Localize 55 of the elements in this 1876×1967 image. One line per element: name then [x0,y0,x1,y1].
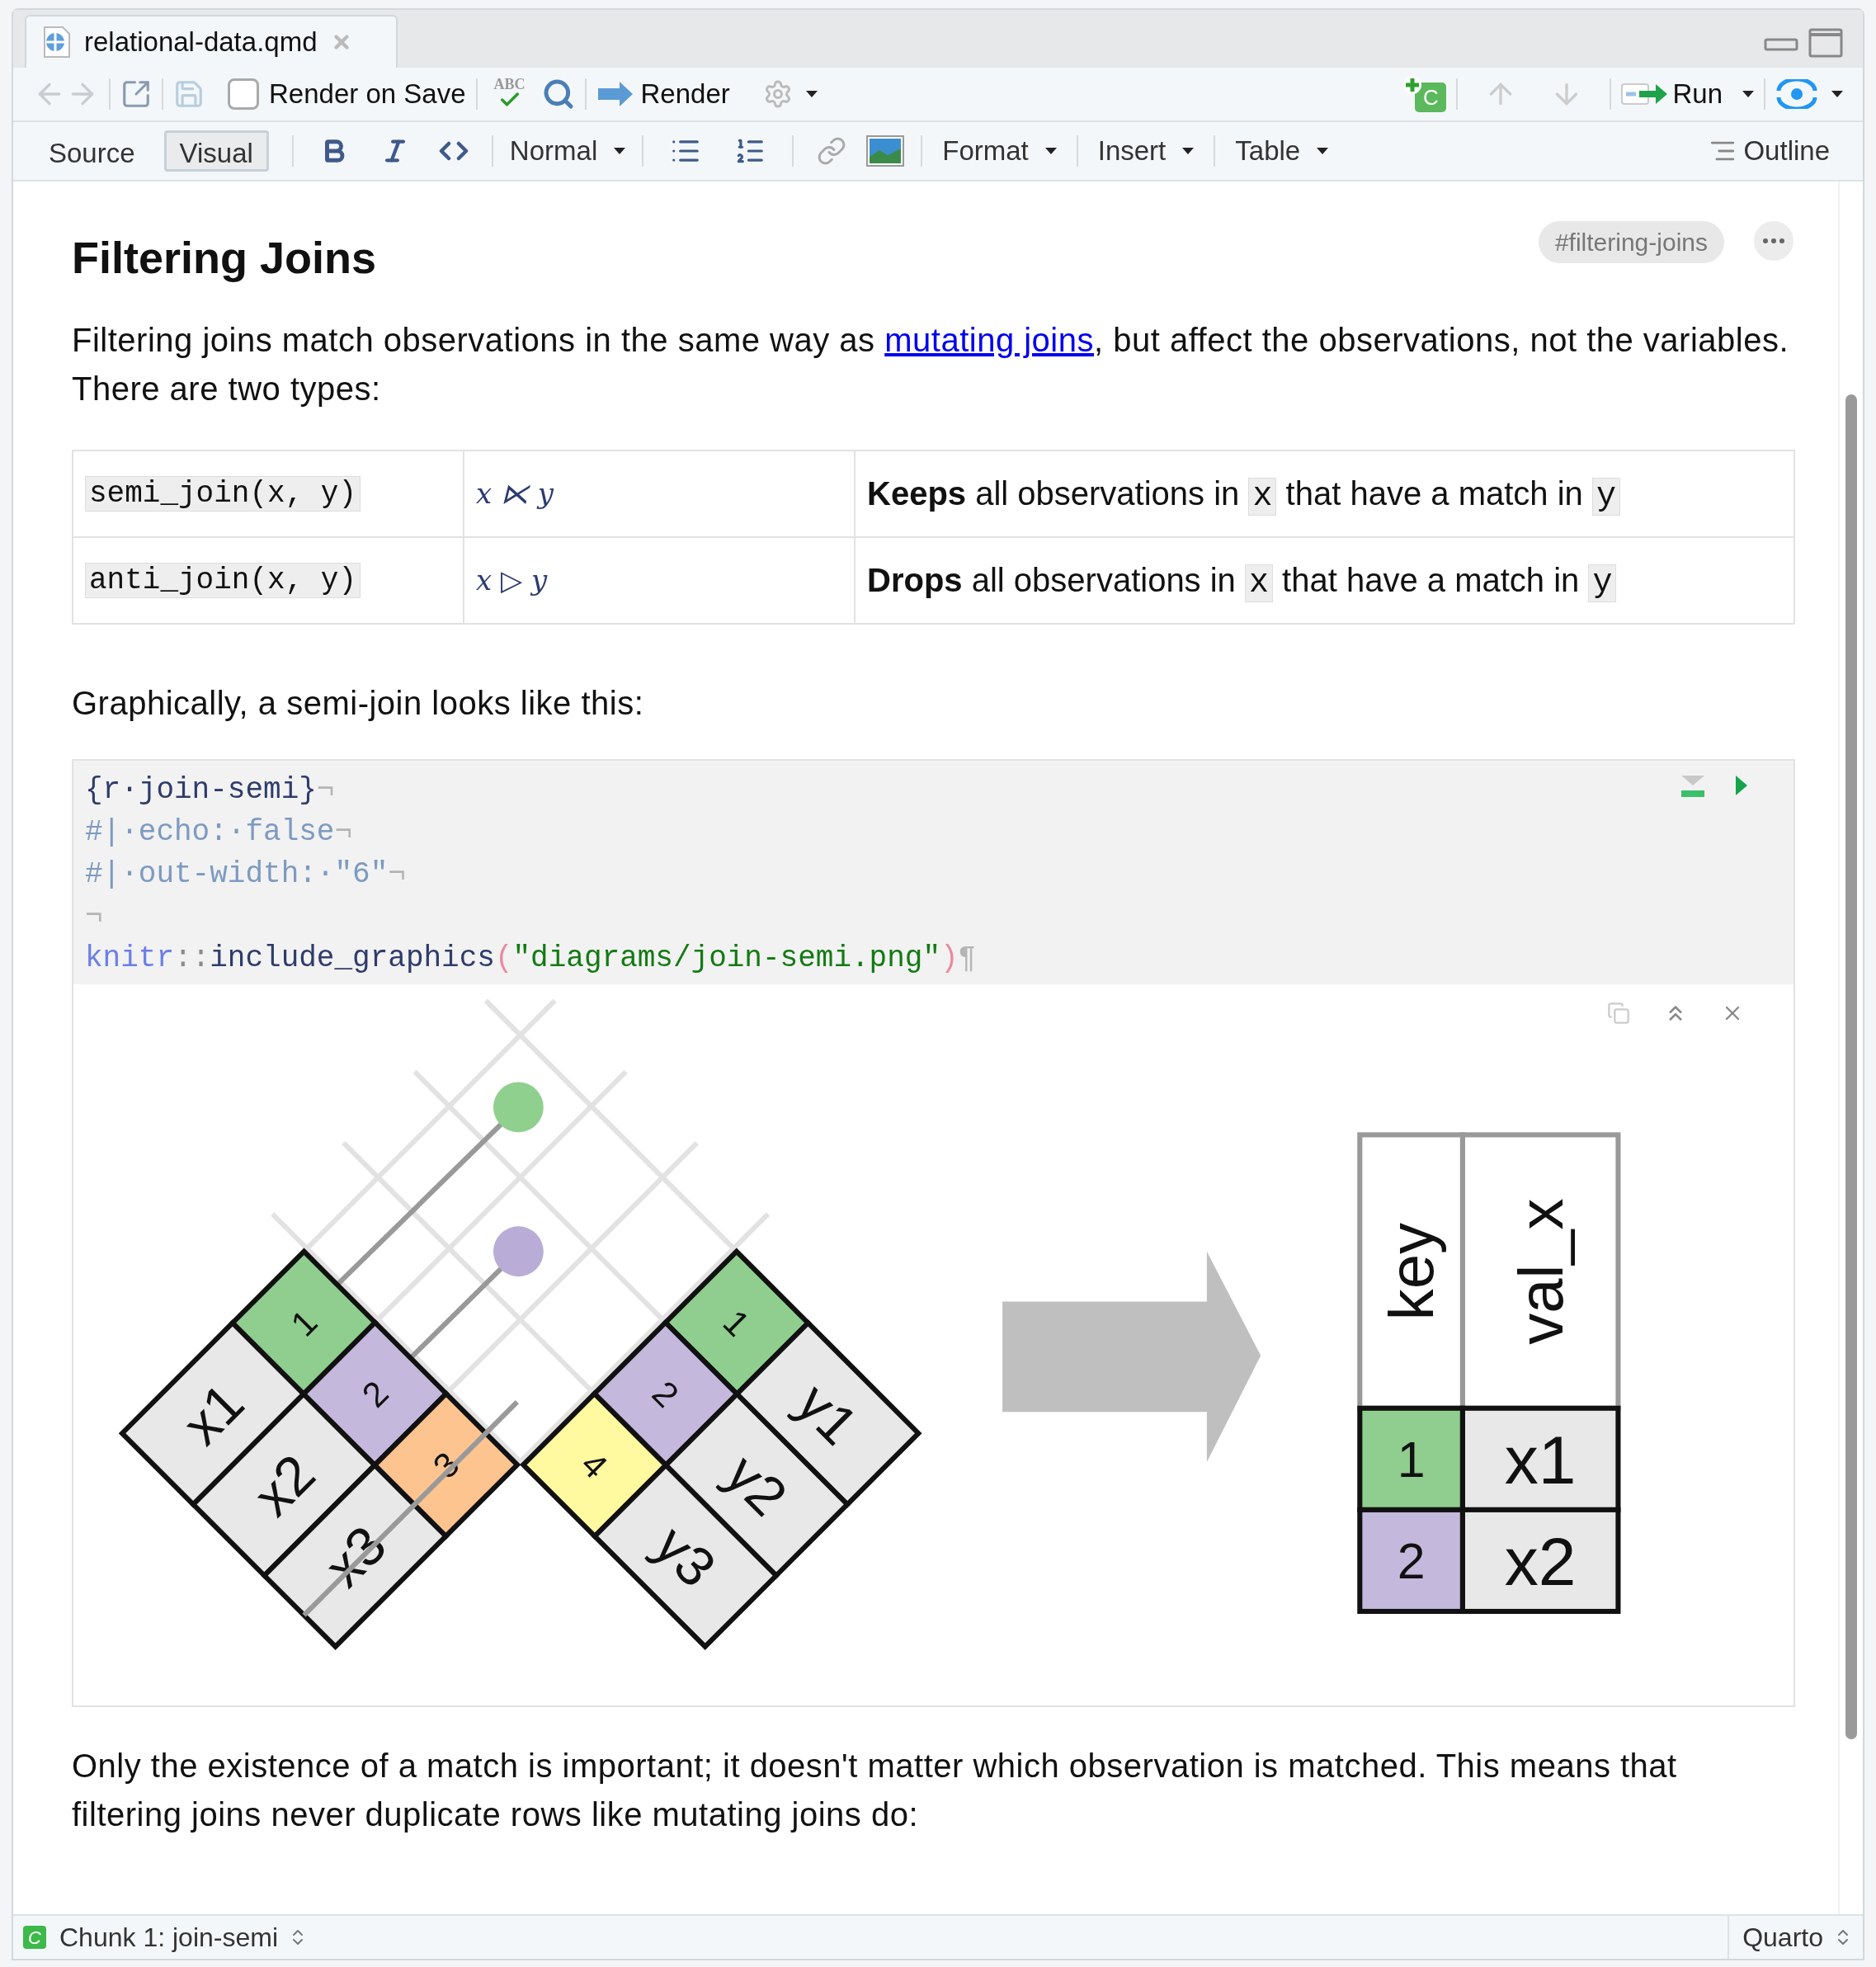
anchor-badge[interactable]: #filtering-joins [1538,221,1724,263]
tab-title: relational-data.qmd [84,26,318,59]
link[interactable]: mutating joins [884,322,1094,358]
outline-button[interactable]: Outline [1709,130,1830,172]
scrollbar-thumb[interactable] [1845,394,1857,1739]
plus-icon [1405,78,1421,92]
render-on-save-checkbox[interactable] [228,78,259,110]
collapse-icon[interactable] [1680,774,1706,799]
body-text: Only the existence of a match is important; it doesn't matter which observation is matched. This means that filtering joins never duplicate rows like mutating joins do: [72,1747,1678,1834]
code-line: #|·echo:·false¬ [85,814,353,851]
code-line: knitr::include_graphics("diagrams/join-semi.png")¶ [85,941,977,977]
caret-icon [1044,148,1057,154]
math-formula: x ▷ y [476,564,548,597]
menu-dropdown[interactable]: Table [1225,130,1339,172]
code-line: ¬ [85,899,103,935]
chunk-badge: C [23,1926,46,1949]
popout-icon[interactable] [120,78,152,110]
checkbox-label: Render on Save [269,78,466,111]
link-icon[interactable] [817,136,847,166]
caret-icon [1317,148,1329,154]
run-button[interactable]: Run [1621,73,1723,115]
copy-icon[interactable] [1607,1002,1630,1025]
image-icon[interactable] [866,135,905,167]
intro-paragraph: Filtering joins match observations in the same way as mutating joins, but affect the observations, not the variables. There are two types: [72,321,1790,408]
maximize-icon[interactable] [1808,28,1843,58]
math-formula: x ⋉ y [476,477,554,510]
save-icon[interactable] [173,78,205,110]
description-text: Drops all observations in x that have a match in y [867,555,1617,606]
mode-tab[interactable]: Source [33,130,151,172]
arrow-right-icon [596,80,634,108]
document-tab[interactable]: relational-data.qmd [25,15,398,68]
code-line: {r·join-semi}¬ [85,772,335,809]
chunk-selector[interactable]: Chunk 1: join-semi [59,1917,308,1957]
description-text: Keeps all observations in x that have a match in y [867,469,1620,519]
menu-dropdown[interactable]: Format [932,130,1067,172]
document-icon [43,26,71,59]
function-code: anti_join(x, y) [85,562,361,598]
mode-tab[interactable]: Visual [163,130,269,172]
caret-icon [1831,91,1843,97]
function-code: semi_join(x, y) [85,475,361,512]
caret-icon [614,148,626,154]
caret-icon [1742,91,1754,97]
code-line: #|·out-width:·"6"¬ [85,856,406,893]
publish-icon[interactable] [1775,79,1818,109]
caret-icon [1182,148,1195,154]
section-heading: Filtering Joins [72,232,377,284]
body-text: Graphically, a semi-join looks like this: [72,684,645,723]
value-cell: x2 [1459,1507,1621,1615]
render-button[interactable]: Render [596,73,730,115]
menu-dropdown[interactable]: Insert [1087,130,1204,172]
play-icon[interactable] [1734,774,1749,797]
mode-selector[interactable]: Quarto [1728,1916,1853,1959]
caret-icon [805,91,818,97]
more-icon[interactable] [1754,221,1794,261]
style-dropdown[interactable]: Normal [502,130,633,172]
